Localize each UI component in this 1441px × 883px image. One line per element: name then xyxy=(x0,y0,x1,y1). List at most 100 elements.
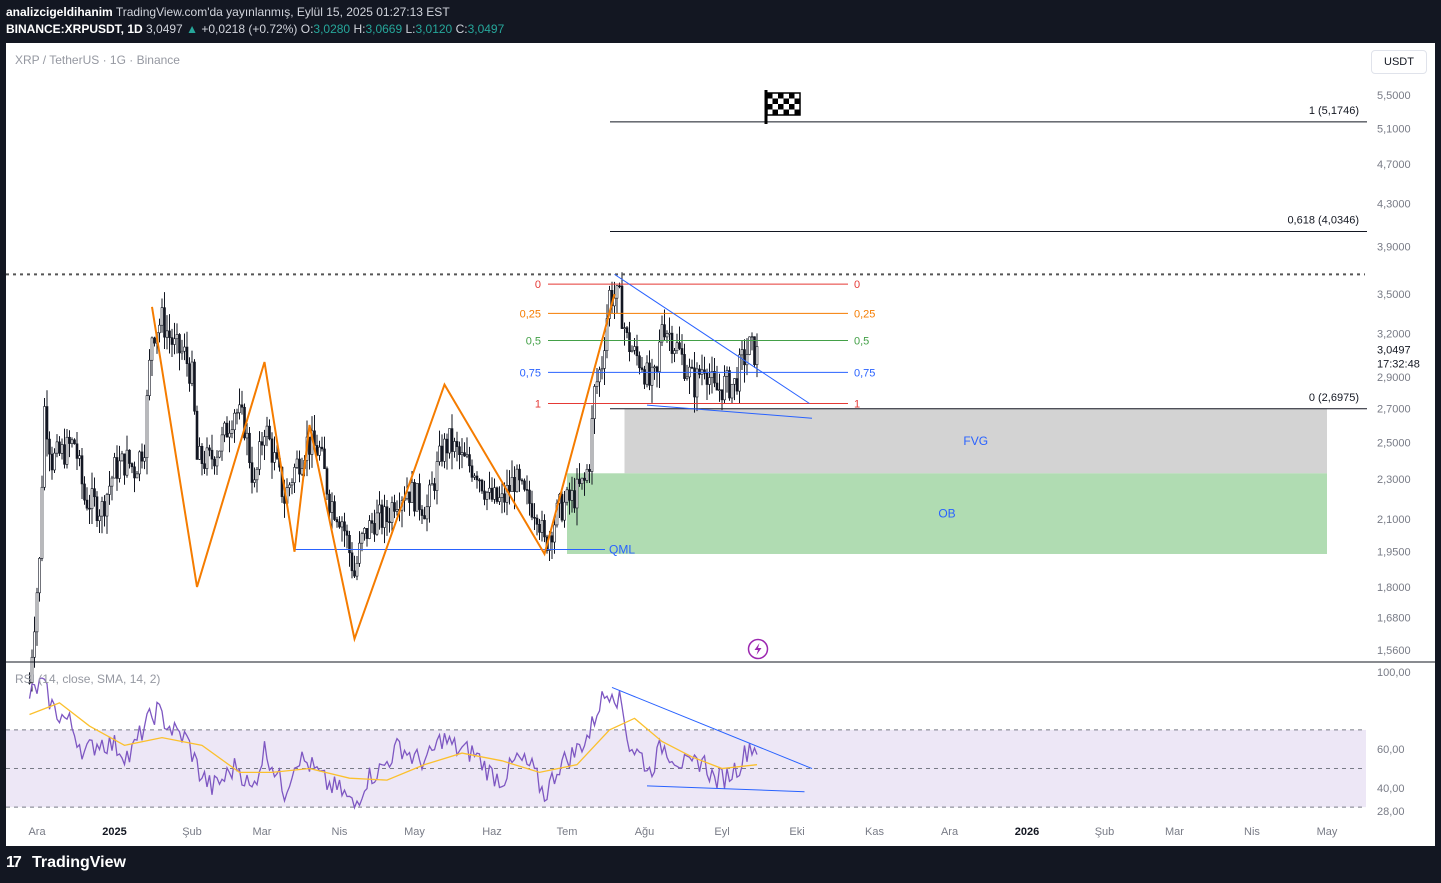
candle-body xyxy=(600,368,604,371)
candle-body xyxy=(750,336,754,338)
candle-body xyxy=(225,422,229,438)
candle-body xyxy=(628,332,631,353)
time-tick-label: Ara xyxy=(941,826,959,838)
candle-body xyxy=(263,436,266,446)
target-label: 1 (5,1746) xyxy=(1309,105,1359,117)
candle-body xyxy=(690,366,694,369)
candle-body xyxy=(530,503,534,518)
candle-body xyxy=(70,439,74,444)
candle-body xyxy=(625,327,629,333)
flag-check xyxy=(789,104,795,110)
candle-body xyxy=(520,479,524,482)
rsi-legend: RSI (14, close, SMA, 14, 2) xyxy=(15,672,161,686)
candle-body xyxy=(453,441,456,452)
candle-body xyxy=(163,307,166,338)
candle-body xyxy=(325,468,329,495)
chart-canvas[interactable]: FVG OB 1 (5,1746) 0,618 (4,0346) 0 (2,6975)… xyxy=(0,0,1441,883)
fib-label-left: 0,25 xyxy=(520,308,541,320)
price-tick-label: 1,8000 xyxy=(1377,582,1411,594)
candle-body xyxy=(333,501,336,520)
candle-body xyxy=(133,466,136,479)
candle-body xyxy=(415,483,419,512)
qml-label: QML xyxy=(609,542,635,556)
candle-body xyxy=(50,453,54,471)
candle-body xyxy=(478,479,481,482)
candle-body xyxy=(258,441,261,470)
candle-body xyxy=(185,346,189,365)
candle-body xyxy=(120,453,124,462)
candle-body xyxy=(728,370,731,399)
candle-body xyxy=(190,361,194,384)
candle-body xyxy=(373,523,376,535)
candle-body xyxy=(443,438,446,462)
currency-button[interactable]: USDT xyxy=(1371,50,1427,74)
fib-label-left: 0,75 xyxy=(520,367,541,379)
fib-label-left: 0,5 xyxy=(526,335,541,347)
fib-label-right: 0,25 xyxy=(854,308,875,320)
price-tick-label: 2,1000 xyxy=(1377,514,1411,526)
candle-body xyxy=(723,376,726,401)
zones-layer: FVG OB xyxy=(567,408,1327,554)
candle-body xyxy=(708,377,711,385)
rsi-tick-label: 28,00 xyxy=(1377,806,1405,818)
candle-body xyxy=(538,524,541,533)
candle-body xyxy=(418,483,421,510)
candle-body xyxy=(425,506,429,520)
time-tick-label: Şub xyxy=(182,826,202,838)
flag-check xyxy=(772,98,778,104)
candle-body xyxy=(518,468,521,481)
candle-body xyxy=(495,487,499,502)
candle-body xyxy=(300,468,304,475)
candle-body xyxy=(353,570,356,577)
price-tick-label: 1,9500 xyxy=(1377,547,1411,559)
candle-body xyxy=(698,368,701,375)
candle-body xyxy=(470,465,474,478)
candle-body xyxy=(413,482,416,512)
candle-body xyxy=(208,447,211,451)
candle-body xyxy=(270,438,274,463)
candle-body xyxy=(653,366,656,369)
current-price-label: 3,0497 xyxy=(1377,345,1411,357)
candle-body xyxy=(160,307,164,326)
flag-check xyxy=(794,98,800,104)
time-tick-label: Ara xyxy=(28,826,46,838)
candle-body xyxy=(493,487,496,500)
time-tick-label: Mar xyxy=(1165,826,1184,838)
candle-body xyxy=(298,458,301,475)
candle-body xyxy=(410,482,414,503)
flag-check xyxy=(767,93,773,99)
candle-body xyxy=(585,468,589,481)
candle-body xyxy=(345,530,349,536)
candle-body xyxy=(38,558,41,594)
candle-body xyxy=(250,462,254,483)
candle-body xyxy=(288,484,291,488)
candle-body xyxy=(460,452,464,456)
candle-body xyxy=(645,362,649,385)
candle-body xyxy=(678,342,681,349)
candle-body xyxy=(463,452,466,457)
candle-body xyxy=(480,479,484,492)
tradingview-logo[interactable]: 17 TradingView xyxy=(6,854,126,872)
candle-body xyxy=(383,506,386,528)
candle-body xyxy=(490,487,494,500)
candle-body xyxy=(128,449,131,464)
candle-body xyxy=(515,468,519,492)
candle-body xyxy=(215,456,219,467)
candle-body xyxy=(308,436,311,455)
candle-body xyxy=(568,489,571,501)
candle-body xyxy=(338,521,341,528)
candle-body xyxy=(745,354,749,366)
price-tick-label: 2,3000 xyxy=(1377,474,1411,486)
candle-body xyxy=(540,520,544,533)
fib-label-right: 0,5 xyxy=(854,335,869,347)
candle-body xyxy=(330,501,334,513)
candle-body xyxy=(368,520,371,539)
candle-body xyxy=(658,341,661,372)
candle-body xyxy=(180,350,184,354)
candle-body xyxy=(395,509,399,512)
candle-body xyxy=(168,330,171,338)
candle-body xyxy=(503,493,506,503)
candle-body xyxy=(318,446,321,456)
flag-check xyxy=(767,104,773,110)
candle-body xyxy=(498,497,501,502)
